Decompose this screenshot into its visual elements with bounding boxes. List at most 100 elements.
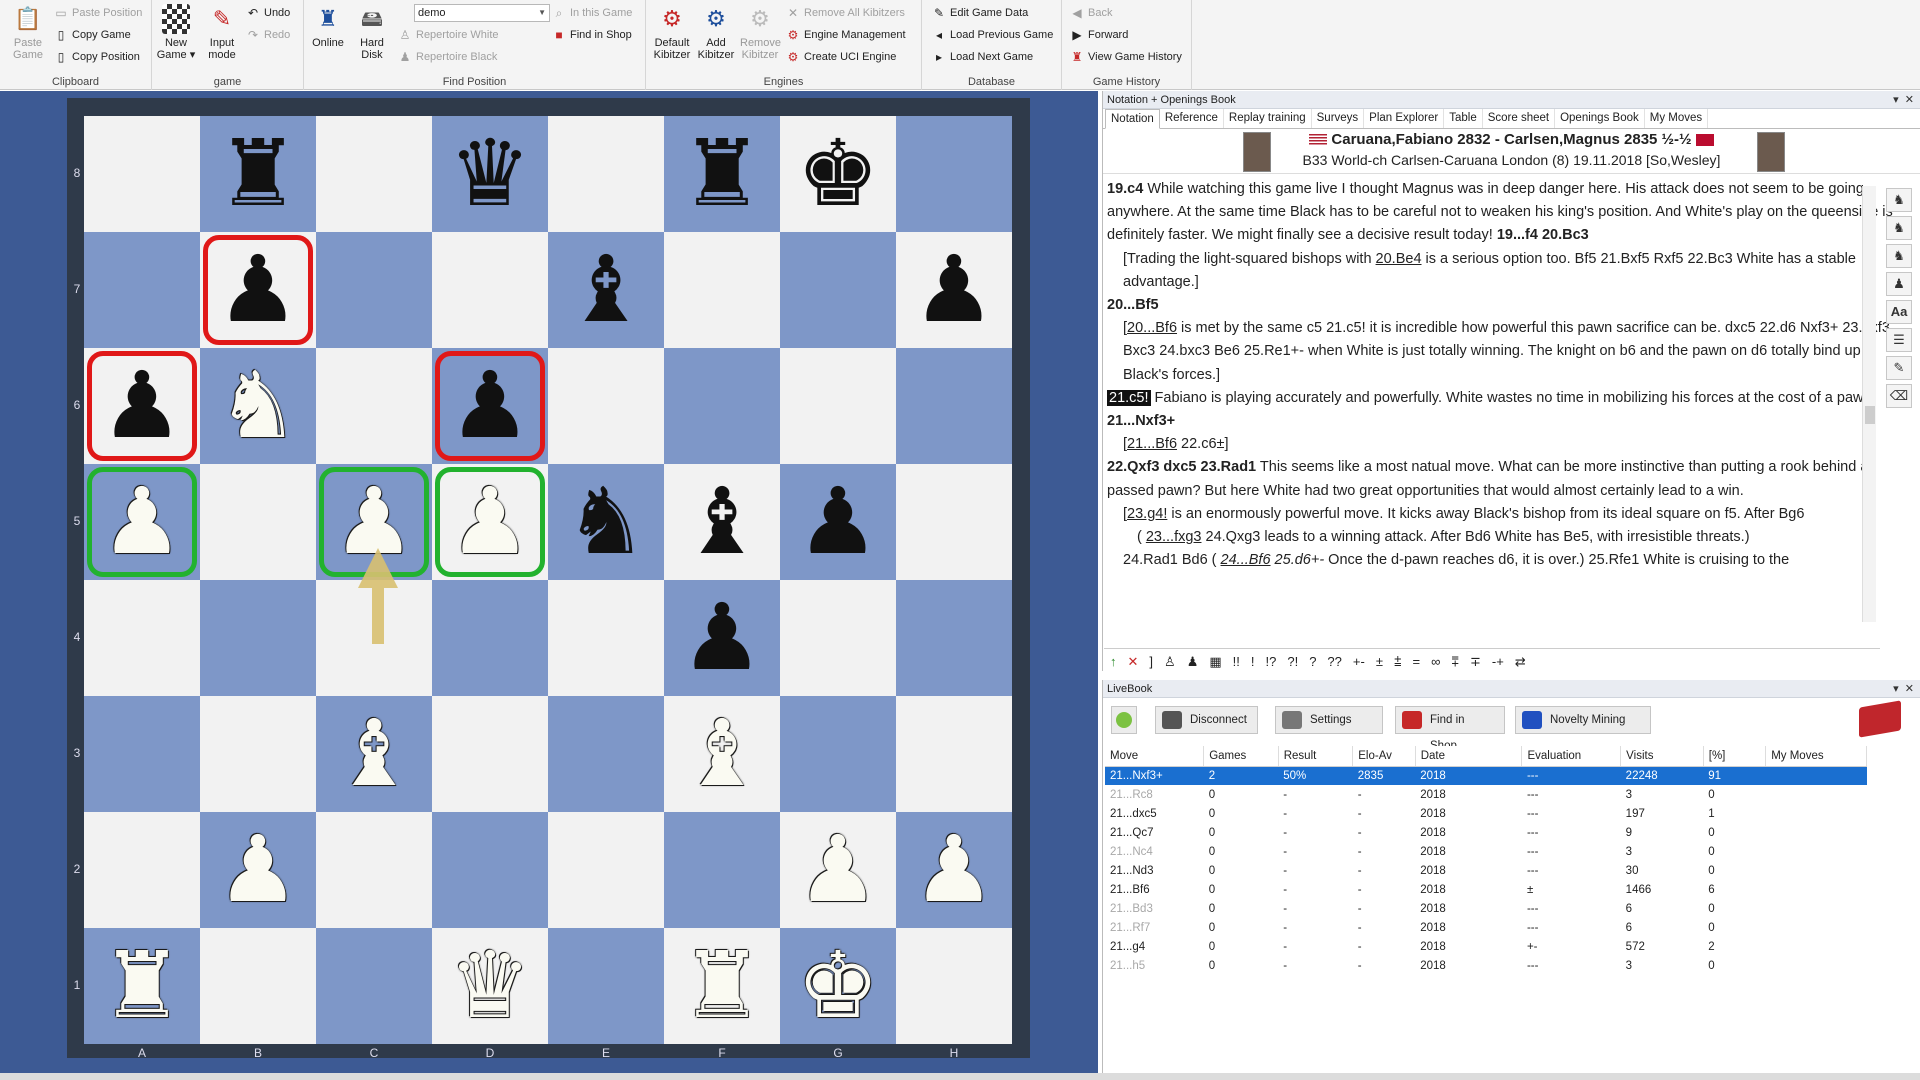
white-pawn-icon[interactable]: ♟ (217, 824, 299, 916)
copy-position-button[interactable]: ▯ Copy Position (54, 47, 140, 67)
white-knight-icon[interactable]: ♞ (217, 360, 299, 452)
annotation-symbol[interactable]: = (1413, 654, 1421, 669)
square-h4[interactable] (896, 580, 1012, 696)
square-e8[interactable] (548, 116, 664, 232)
variation-line[interactable]: 24.Rad1 Bd6 ( 24...Bf6 25.d6+- Once the … (1107, 549, 1899, 572)
black-pawn-icon[interactable]: ♟ (913, 244, 995, 336)
square-d6[interactable]: ♟ (432, 348, 548, 464)
square-a5[interactable]: ♟ (84, 464, 200, 580)
square-a7[interactable] (84, 232, 200, 348)
white-pawn-icon[interactable]: ♟ (333, 476, 415, 568)
edit-game-data-button[interactable]: ✎ Edit Game Data (932, 3, 1028, 23)
white-rook-icon[interactable]: ♜ (101, 940, 183, 1032)
column-header[interactable]: Date (1415, 746, 1523, 767)
tab-score-sheet[interactable]: Score sheet (1483, 109, 1556, 128)
table-row[interactable]: 21...dxc5 0 - - 2018 --- 197 1 (1105, 804, 1867, 823)
paste-position-button[interactable]: ▭ Paste Position (54, 3, 142, 23)
square-d7[interactable] (432, 232, 548, 348)
annotation-symbol[interactable]: ?? (1327, 654, 1341, 669)
annotation-symbol[interactable]: !? (1266, 654, 1277, 669)
notation-text[interactable]: 19.c4 While watching this game live I th… (1103, 178, 1903, 614)
table-row[interactable]: 21...Bd3 0 - - 2018 --- 6 0 (1105, 899, 1867, 918)
square-d3[interactable] (432, 696, 548, 812)
find-in-shop-button[interactable]: ■ Find in Shop (552, 25, 631, 45)
square-h3[interactable] (896, 696, 1012, 812)
repertoire-black-button[interactable]: ♟ Repertoire Black (398, 47, 498, 67)
annotation-symbol[interactable]: ± (1376, 654, 1383, 669)
load-previous-game-button[interactable]: ◂ Load Previous Game (932, 25, 1053, 45)
novelty-mining-button[interactable]: Novelty Mining (1515, 706, 1651, 734)
square-e5[interactable]: ♞ (548, 464, 664, 580)
white-king-icon[interactable]: ♚ (797, 940, 879, 1032)
find-in-shop-button[interactable]: Find in Shop (1395, 706, 1505, 752)
variation-line[interactable]: ( 23...fxg3 24.Qxg3 leads to a winning a… (1107, 526, 1899, 549)
square-e3[interactable] (548, 696, 664, 812)
table-row[interactable]: 21...Qc7 0 - - 2018 --- 9 0 (1105, 823, 1867, 842)
annotation-symbol[interactable]: ∞ (1431, 654, 1440, 669)
square-d2[interactable] (432, 812, 548, 928)
square-h1[interactable] (896, 928, 1012, 1044)
annotation-tool-icon[interactable]: ♙ (1164, 654, 1176, 670)
square-c2[interactable] (316, 812, 432, 928)
repertoire-white-button[interactable]: ♙ Repertoire White (398, 25, 499, 45)
square-f2[interactable] (664, 812, 780, 928)
tab-surveys[interactable]: Surveys (1312, 109, 1365, 128)
variation-line[interactable]: [20...Bf6 is met by the same c5 21.c5! i… (1107, 317, 1899, 387)
black-knight-icon[interactable]: ♞ (565, 476, 647, 568)
remove-kibitzer-button[interactable]: ⚙ Remove Kibitzer (740, 4, 781, 62)
tree-icon[interactable]: ☰ (1886, 328, 1912, 352)
table-row[interactable]: 21...Nd3 0 - - 2018 --- 30 0 (1105, 861, 1867, 880)
tab-reference[interactable]: Reference (1160, 109, 1224, 128)
annotation-tool-icon[interactable]: ▦ (1209, 654, 1221, 670)
square-a8[interactable] (84, 116, 200, 232)
annotation-symbol[interactable]: -+ (1492, 654, 1504, 669)
square-e6[interactable] (548, 348, 664, 464)
table-row[interactable]: 21...Nc4 0 - - 2018 --- 3 0 (1105, 842, 1867, 861)
black-pawn-icon[interactable]: ♟ (681, 592, 763, 684)
square-e1[interactable] (548, 928, 664, 1044)
square-g1[interactable]: ♚ (780, 928, 896, 1044)
white-pawn-icon[interactable]: ♟ (101, 476, 183, 568)
square-g2[interactable]: ♟ (780, 812, 896, 928)
database-select[interactable]: demo ▼ (414, 4, 550, 22)
square-f8[interactable]: ♜ (664, 116, 780, 232)
table-row[interactable]: 21...Nxf3+ 2 50% 2835 2018 --- 22248 91 (1105, 766, 1867, 785)
black-pawn-icon[interactable]: ♟ (449, 360, 531, 452)
square-b7[interactable]: ♟ (200, 232, 316, 348)
table-row[interactable]: 21...Rf7 0 - - 2018 --- 6 0 (1105, 918, 1867, 937)
square-e2[interactable] (548, 812, 664, 928)
square-b8[interactable]: ♜ (200, 116, 316, 232)
square-a4[interactable] (84, 580, 200, 696)
annotation-symbol[interactable]: ! (1251, 654, 1255, 669)
annotation-symbol[interactable]: ?! (1287, 654, 1298, 669)
white-pawn-icon[interactable]: ♟ (913, 824, 995, 916)
column-header[interactable]: Result (1278, 746, 1354, 767)
redo-button[interactable]: ↷ Redo (246, 25, 290, 45)
annotation-symbol[interactable]: ∓ (1470, 654, 1481, 670)
font-size-icon[interactable]: Aa (1886, 300, 1912, 324)
column-header[interactable]: Games (1203, 746, 1279, 767)
square-d8[interactable]: ♛ (432, 116, 548, 232)
white-rook-icon[interactable]: ♜ (681, 940, 763, 1032)
undo-button[interactable]: ↶ Undo (246, 3, 290, 23)
variation-line[interactable]: [23.g4! is an enormously powerful move. … (1107, 503, 1899, 526)
square-b2[interactable]: ♟ (200, 812, 316, 928)
annotation-tool-icon[interactable]: ✕ (1128, 654, 1139, 670)
square-c6[interactable] (316, 348, 432, 464)
square-d4[interactable] (432, 580, 548, 696)
variation-line[interactable]: [Trading the light-squared bishops with … (1107, 248, 1899, 294)
square-g8[interactable]: ♚ (780, 116, 896, 232)
square-a1[interactable]: ♜ (84, 928, 200, 1044)
square-f6[interactable] (664, 348, 780, 464)
settings-button[interactable]: Settings (1275, 706, 1383, 734)
hard-disk-button[interactable]: 🖴 Hard Disk (352, 4, 392, 62)
white-bishop-icon[interactable]: ♝ (681, 708, 763, 800)
tool-icon-2[interactable]: ♞ (1886, 216, 1912, 240)
square-f3[interactable]: ♝ (664, 696, 780, 812)
annotation-symbol[interactable]: +- (1353, 654, 1365, 669)
tab-notation[interactable]: Notation (1105, 109, 1160, 129)
table-row[interactable]: 21...Bf6 0 - - 2018 ±1466 6 (1105, 880, 1867, 899)
annotation-symbol[interactable]: !! (1233, 654, 1240, 669)
annotation-symbol[interactable]: ⩱ (1451, 654, 1459, 670)
square-e7[interactable]: ♝ (548, 232, 664, 348)
